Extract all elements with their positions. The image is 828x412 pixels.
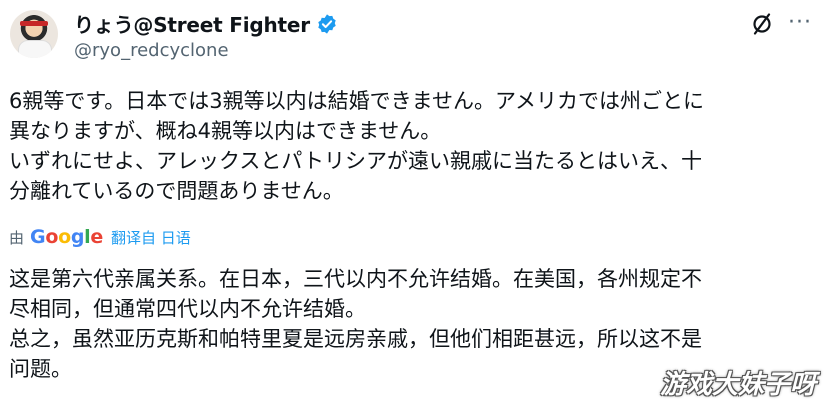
more-options-icon[interactable]: ··· bbox=[788, 12, 812, 34]
avatar-gi bbox=[18, 40, 52, 58]
translated-line: 总之，虽然亚历克斯和帕特里夏是远房亲戚，但他们相距甚远，所以这不是 bbox=[9, 327, 702, 351]
tweet-line: 異なりますが、概ね4親等以内はできません。 bbox=[9, 119, 442, 143]
tweet-line: 分離れているので問題ありません。 bbox=[9, 179, 344, 203]
tweet-text: 6親等です。日本では3親等以内は結婚できません。アメリカでは州ごとに 異なります… bbox=[9, 86, 821, 206]
translation-attribution: 由 Google 翻译自 日语 bbox=[9, 226, 191, 248]
user-avatar[interactable] bbox=[10, 10, 58, 58]
translated-text: 这是第六代亲属关系。在日本，三代以内不允许结婚。在美国，各州规定不 尽相同，但通… bbox=[9, 264, 702, 384]
display-name[interactable]: りょう@Street Fighter bbox=[74, 9, 310, 38]
watermark: 游戏大妹子呀 bbox=[659, 370, 816, 400]
slashed-circle-icon[interactable] bbox=[750, 12, 774, 36]
avatar-headband bbox=[20, 21, 48, 26]
translated-by-label: 由 bbox=[9, 228, 25, 247]
translated-line: 问题。 bbox=[9, 357, 72, 381]
author-name-row: りょう@Street Fighter bbox=[74, 9, 338, 38]
translated-line: 尽相同，但通常四代以内不允许结婚。 bbox=[9, 297, 366, 321]
tweet-line: 6親等です。日本では3親等以内は結婚できません。アメリカでは州ごとに bbox=[9, 89, 704, 113]
user-handle[interactable]: @ryo_redcyclone bbox=[74, 40, 229, 61]
tweet-line: いずれにせよ、アレックスとパトリシアが遠い親戚に当たるとはいえ、十 bbox=[9, 149, 702, 173]
show-original-link[interactable]: 翻译自 日语 bbox=[111, 227, 191, 248]
verified-badge-icon bbox=[318, 13, 336, 34]
translated-line: 这是第六代亲属关系。在日本，三代以内不允许结婚。在美国，各州规定不 bbox=[9, 267, 702, 291]
google-logo: Google bbox=[30, 226, 103, 248]
